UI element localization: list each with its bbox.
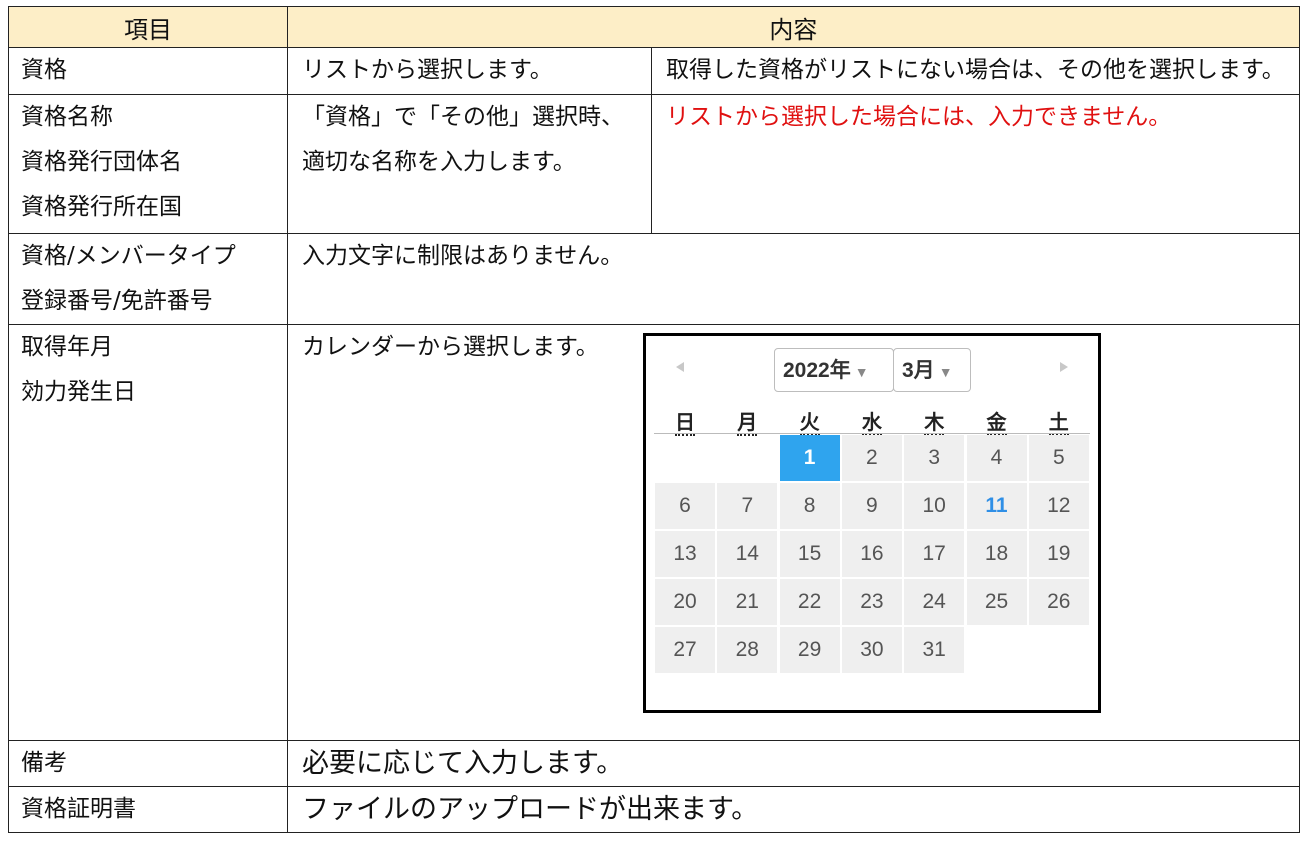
row-note-names: リストから選択した場合には、入力できません。: [666, 104, 1172, 130]
calendar-day-25[interactable]: 25: [966, 579, 1027, 625]
row-label-effective-date: 効力発生日: [21, 379, 136, 405]
row-desc-member: 入力文字に制限はありません。: [302, 243, 624, 269]
row-desc-certificate: ファイルのアップロードが出来ます。: [302, 794, 759, 825]
calendar-day-15[interactable]: 15: [779, 531, 840, 577]
weekday-label: 金: [986, 410, 1007, 436]
weekday-label: 木: [924, 410, 945, 436]
table-row: 資格証明書 ファイルのアップロードが出来ます。: [8, 786, 1300, 833]
calendar-day-16[interactable]: 16: [841, 531, 902, 577]
row-desc-qualification: リストから選択します。: [302, 57, 553, 83]
dropdown-arrow-icon: ▼: [854, 364, 869, 380]
calendar-day-7[interactable]: 7: [717, 483, 778, 529]
calendar-day-2[interactable]: 2: [841, 435, 902, 481]
datepicker-calendar: 2022年 ▼ 3月 ▼ 日月火水木金土 1 2 3 4 5 6 7 8 9 10 11 12 13 14 15…: [643, 333, 1101, 713]
year-select[interactable]: 2022年 ▼: [774, 348, 894, 392]
calendar-day-23[interactable]: 23: [841, 579, 902, 625]
calendar-day-6[interactable]: 6: [655, 483, 715, 529]
calendar-day-13[interactable]: 13: [655, 531, 715, 577]
calendar-day-12[interactable]: 12: [1028, 483, 1089, 529]
calendar-day-28[interactable]: 28: [717, 627, 778, 673]
calendar-day-31[interactable]: 31: [904, 627, 965, 673]
calendar-day-3[interactable]: 3: [904, 435, 965, 481]
weekday-label: 土: [1048, 410, 1069, 436]
row-label-qual-name: 資格名称: [21, 104, 113, 130]
calendar-day-18[interactable]: 18: [966, 531, 1027, 577]
calendar-nav: 2022年 ▼ 3月 ▼: [646, 348, 1098, 394]
row-desc-names-line2: 適切な名称を入力します。: [302, 149, 576, 175]
row-label-member-type: 資格/メンバータイプ: [21, 243, 236, 269]
next-month-icon[interactable]: [1060, 362, 1068, 372]
calendar-day-14[interactable]: 14: [717, 531, 778, 577]
calendar-day-8[interactable]: 8: [779, 483, 840, 529]
row-desc-names-line1: 「資格」で「その他」選択時、: [302, 104, 624, 130]
row-label-remarks: 備考: [21, 750, 67, 776]
table-row: 資格名称 資格発行団体名 資格発行所在国 「資格」で「その他」選択時、 適切な名…: [8, 94, 1300, 234]
qualification-field-table: 項目 内容 資格 リストから選択します。 取得した資格がリストにない場合は、その…: [8, 6, 1300, 833]
row-note-qualification: 取得した資格がリストにない場合は、その他を選択します。: [666, 57, 1285, 83]
calendar-day-24[interactable]: 24: [904, 579, 965, 625]
prev-month-icon[interactable]: [676, 362, 684, 372]
header-content: 内容: [287, 6, 1300, 48]
table-row: 取得年月 効力発生日 カレンダーから選択します。 2022年 ▼ 3月 ▼ 日月火水…: [8, 324, 1300, 741]
weekday-label: 火: [799, 410, 820, 436]
weekday-label: 月: [737, 410, 758, 436]
table-row: 備考 必要に応じて入力します。: [8, 740, 1300, 787]
table-row: 資格 リストから選択します。 取得した資格がリストにない場合は、その他を選択しま…: [8, 47, 1300, 95]
calendar-day-29[interactable]: 29: [779, 627, 840, 673]
row-label-certificate: 資格証明書: [21, 796, 136, 822]
calendar-day-5[interactable]: 5: [1028, 435, 1089, 481]
row-label-acquired-date: 取得年月: [21, 334, 113, 360]
row-label-registration-number: 登録番号/免許番号: [21, 288, 213, 314]
calendar-day-17[interactable]: 17: [904, 531, 965, 577]
calendar-day-30[interactable]: 30: [841, 627, 902, 673]
calendar-day-22[interactable]: 22: [779, 579, 840, 625]
table-row: 資格/メンバータイプ 登録番号/免許番号 入力文字に制限はありません。: [8, 233, 1300, 325]
calendar-day-19[interactable]: 19: [1028, 531, 1089, 577]
header-item: 項目: [8, 6, 288, 48]
calendar-day-26[interactable]: 26: [1028, 579, 1089, 625]
calendar-day-11[interactable]: 11: [966, 483, 1027, 529]
weekday-header: 日月火水木金土: [654, 406, 1090, 436]
row-label-issuer-country: 資格発行所在国: [21, 194, 182, 220]
month-select[interactable]: 3月 ▼: [893, 348, 971, 392]
calendar-day-27[interactable]: 27: [655, 627, 715, 673]
weekday-label: 日: [675, 410, 695, 436]
calendar-day-4[interactable]: 4: [966, 435, 1027, 481]
row-label-issuer-name: 資格発行団体名: [21, 149, 182, 175]
calendar-day-9[interactable]: 9: [841, 483, 902, 529]
weekday-label: 水: [861, 410, 882, 436]
dropdown-arrow-icon: ▼: [938, 364, 953, 380]
calendar-day-20[interactable]: 20: [655, 579, 715, 625]
calendar-day-1[interactable]: 1: [779, 435, 840, 481]
calendar-day-21[interactable]: 21: [717, 579, 778, 625]
table-header-row: 項目 内容: [8, 6, 1300, 48]
calendar-day-10[interactable]: 10: [904, 483, 965, 529]
row-label-qualification: 資格: [21, 57, 67, 83]
row-desc-remarks: 必要に応じて入力します。: [302, 748, 624, 779]
